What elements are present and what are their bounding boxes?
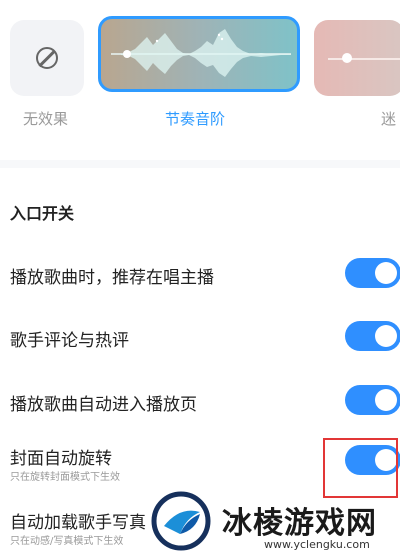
toggle-auto-player-page[interactable] xyxy=(345,385,400,415)
toggle-singer-comments[interactable] xyxy=(345,321,400,351)
effect-label-none: 无效果 xyxy=(23,110,69,128)
watermark-logo-icon xyxy=(151,491,211,551)
toggle-knob xyxy=(375,262,397,284)
section-title: 入口开关 xyxy=(10,204,75,223)
effect-label-rhythm: 节奏音阶 xyxy=(165,110,226,128)
effect-tile-fog[interactable] xyxy=(314,20,400,96)
highlight-box xyxy=(323,438,398,498)
setting-singer-photo-label: 自动加载歌手写真 xyxy=(10,513,146,533)
waveform-position-dot xyxy=(123,50,131,58)
toggle-knob xyxy=(375,325,397,347)
slider-icon xyxy=(328,58,400,60)
slider-knob-icon xyxy=(342,53,352,63)
effect-tile-rhythm[interactable] xyxy=(98,16,300,92)
watermark-url: www.yclengku.com xyxy=(264,538,370,551)
setting-singer-comments-label: 歌手评论与热评 xyxy=(10,331,129,351)
effect-selector: 无效果 节奏音阶 迷 xyxy=(0,0,400,160)
toggle-recommend-singer[interactable] xyxy=(345,258,400,288)
watermark: 冰棱游戏网 www.yclengku.com xyxy=(150,490,400,560)
effect-label-fog: 迷 xyxy=(381,110,397,128)
toggle-knob xyxy=(375,389,397,411)
watermark-title: 冰棱游戏网 xyxy=(222,506,377,541)
setting-singer-photo-desc: 只在动感/写真模式下生效 xyxy=(10,536,124,547)
effect-tile-none[interactable] xyxy=(10,20,84,96)
setting-cover-rotate-label: 封面自动旋转 xyxy=(10,449,112,469)
setting-cover-rotate-desc: 只在旋转封面模式下生效 xyxy=(10,472,120,483)
setting-auto-player-page-label: 播放歌曲自动进入播放页 xyxy=(10,395,197,415)
no-effect-icon xyxy=(36,47,58,69)
waveform-icon xyxy=(111,29,291,77)
setting-recommend-singer-label: 播放歌曲时，推荐在唱主播 xyxy=(10,268,214,288)
